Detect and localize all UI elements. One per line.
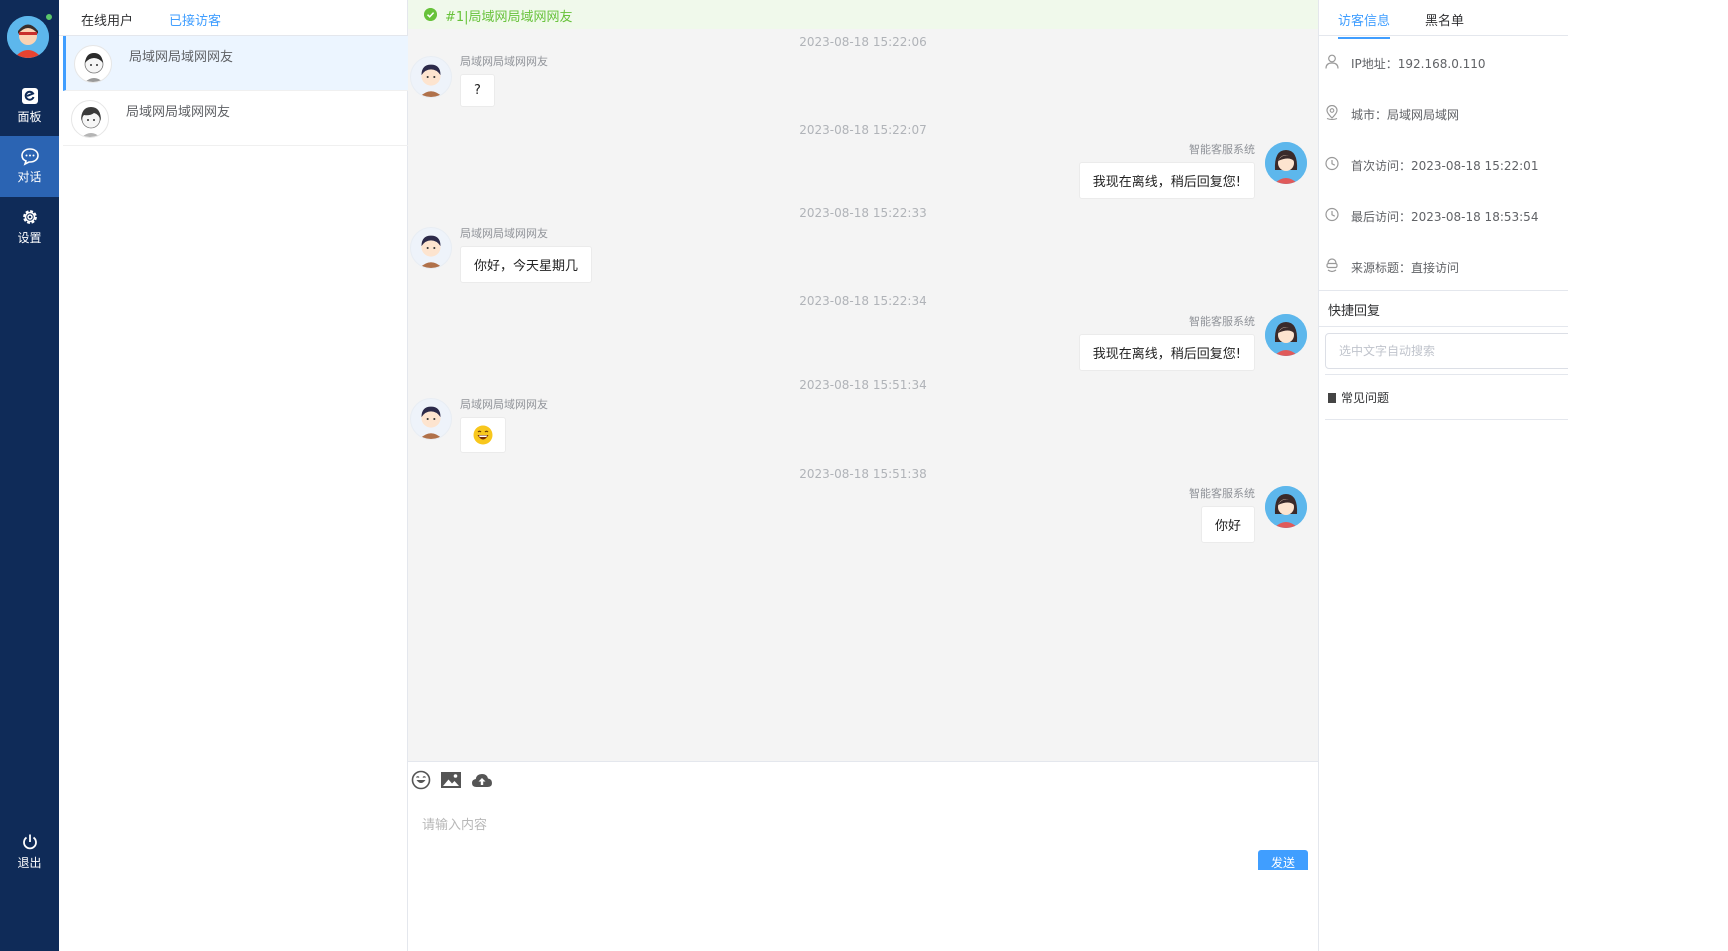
boy-avatar-icon — [419, 64, 443, 97]
visitor-avatar — [74, 45, 112, 83]
visitor-avatar — [410, 227, 452, 269]
nav-item-settings[interactable]: 设置 — [0, 197, 59, 258]
user-icon — [1325, 54, 1339, 69]
visitor-avatar-icon — [81, 107, 101, 137]
info-tabs: 访客信息 黑名单 — [1319, 0, 1569, 39]
chat-header: #1|局域网局域网网友 — [408, 0, 1318, 29]
divider — [1325, 419, 1575, 420]
visitor-avatar — [71, 100, 109, 138]
clock-icon — [1325, 156, 1339, 171]
message-bubble: 你好，今天星期几 — [460, 246, 593, 283]
info-city-row: 城市：局域网局域网 — [1319, 87, 1569, 138]
quick-reply-title: 快捷回复 — [1328, 304, 1381, 319]
power-icon — [22, 834, 37, 850]
visitor-list-item[interactable]: 局域网局域网网友 — [63, 36, 408, 91]
message-timestamp: 2023-08-18 15:22:34 — [799, 294, 927, 308]
location-icon — [1326, 105, 1338, 120]
info-source-row: 来源标题：直接访问 — [1319, 240, 1569, 291]
nav-logout-label: 退出 — [17, 856, 42, 870]
tab-visitor-info[interactable]: 访客信息 — [1338, 10, 1391, 39]
info-ip-row: IP地址：192.168.0.110 — [1319, 36, 1569, 87]
message-timestamp: 2023-08-18 15:22:06 — [799, 35, 927, 49]
message-bubble: 我现在离线，稍后回复您! — [1078, 162, 1255, 199]
message-timestamp: 2023-08-18 15:51:38 — [799, 467, 927, 481]
visitor-name: 局域网局域网网友 — [129, 50, 234, 65]
message-composer: 发送 — [408, 761, 1318, 951]
message-bubble: 你好 — [1200, 506, 1255, 543]
message-sender: 智能客服系统 — [1189, 143, 1255, 156]
divider — [1325, 374, 1575, 375]
message-timestamp: 2023-08-18 15:51:34 — [799, 378, 927, 392]
online-status-dot — [44, 12, 54, 22]
nav-item-label: 设置 — [17, 231, 42, 245]
message-sender: 局域网局域网网友 — [460, 227, 548, 240]
quick-reply-category-label: 常见问题 — [1341, 391, 1390, 405]
visitor-avatar — [410, 398, 452, 440]
boy-avatar-icon — [419, 235, 443, 268]
info-first-visit-text: 首次访问：2023-08-18 15:22:01 — [1351, 159, 1539, 173]
info-source-text: 来源标题：直接访问 — [1351, 261, 1460, 275]
divider — [1319, 326, 1569, 327]
info-last-visit-text: 最后访问：2023-08-18 18:53:54 — [1351, 210, 1539, 224]
message-sender: 局域网局域网网友 — [460, 55, 548, 68]
clock-icon — [1325, 207, 1339, 222]
info-city-text: 城市：局域网局域网 — [1351, 108, 1460, 122]
visitor-avatar — [410, 56, 452, 98]
gear-icon — [22, 210, 37, 224]
agent-avatar-icon — [7, 16, 49, 58]
visitor-info-panel: 访客信息 黑名单 IP地址：192.168.0.110 城市：局域网局域网 首次… — [1318, 0, 1585, 951]
agent-message-avatar — [1265, 142, 1307, 184]
quick-reply-search-input[interactable] — [1325, 333, 1585, 369]
message-sender: 智能客服系统 — [1189, 487, 1255, 500]
nav-item-dashboard[interactable]: 面板 — [0, 76, 59, 137]
nav-item-label: 对话 — [17, 170, 42, 184]
agent-message-avatar — [1265, 486, 1307, 528]
quick-reply-category[interactable]: 常见问题 — [1328, 389, 1389, 406]
agent-girl-avatar-icon — [1265, 142, 1307, 184]
info-last-visit-row: 最后访问：2023-08-18 18:53:54 — [1319, 189, 1569, 240]
agent-message-avatar — [1265, 314, 1307, 356]
tab-blacklist[interactable]: 黑名单 — [1425, 10, 1464, 37]
dashboard-icon — [21, 88, 38, 104]
chat-title: #1|局域网局域网网友 — [445, 10, 573, 25]
agent-avatar[interactable] — [7, 16, 49, 58]
boy-avatar-icon — [419, 406, 443, 439]
tab-received-visitors[interactable]: 已接访客 — [169, 10, 222, 39]
chat-panel: #1|局域网局域网网友 2023-08-18 15:22:06 局域网局域网网友… — [408, 0, 1318, 951]
chat-icon — [20, 148, 39, 166]
visitor-list-panel: 在线用户 已接访客 局域网局域网网友 局域网局域网网友 — [59, 0, 408, 951]
message-sender: 局域网局域网网友 — [460, 398, 548, 411]
info-ip-text: IP地址：192.168.0.110 — [1351, 57, 1486, 71]
laughing-emoji-icon — [473, 425, 493, 445]
agent-girl-avatar-icon — [1265, 486, 1307, 528]
nav-item-label: 面板 — [17, 110, 42, 124]
send-button[interactable]: 发送 — [1258, 850, 1308, 870]
message-timestamp: 2023-08-18 15:22:33 — [799, 206, 927, 220]
divider — [1319, 290, 1569, 291]
source-icon — [1326, 258, 1338, 273]
tab-online-users[interactable]: 在线用户 — [81, 10, 133, 37]
check-circle-icon — [424, 8, 437, 21]
visitor-tabs: 在线用户 已接访客 — [59, 0, 408, 39]
message-input[interactable] — [422, 800, 1302, 850]
message-bubble: 我现在离线，稍后回复您! — [1078, 334, 1255, 371]
visitor-name: 局域网局域网网友 — [126, 105, 231, 120]
image-icon[interactable] — [440, 770, 462, 790]
upload-cloud-icon[interactable] — [471, 770, 493, 790]
document-icon — [1328, 393, 1336, 403]
emoji-icon[interactable] — [410, 770, 432, 790]
message-bubble: ? — [460, 74, 495, 107]
message-bubble-emoji — [460, 417, 506, 453]
blank-area — [1568, 0, 1728, 951]
message-timestamp: 2023-08-18 15:22:07 — [799, 123, 927, 137]
left-nav: 面板 对话 设置 退出 — [0, 0, 59, 951]
agent-girl-avatar-icon — [1265, 314, 1307, 356]
nav-item-chat[interactable]: 对话 — [0, 136, 59, 197]
message-sender: 智能客服系统 — [1189, 315, 1255, 328]
visitor-avatar-icon — [84, 53, 104, 82]
visitor-list-item[interactable]: 局域网局域网网友 — [63, 91, 408, 146]
nav-item-logout[interactable]: 退出 — [0, 822, 59, 883]
info-first-visit-row: 首次访问：2023-08-18 15:22:01 — [1319, 138, 1569, 189]
